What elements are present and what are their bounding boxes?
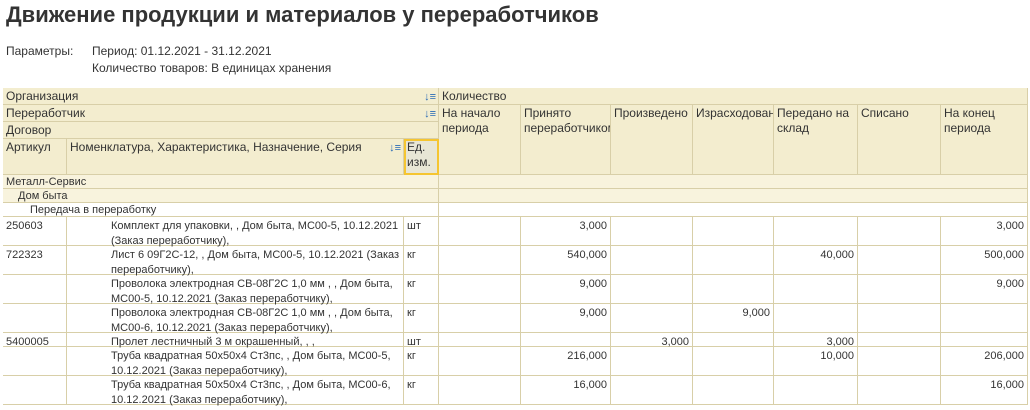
row-unit: шт xyxy=(404,217,439,246)
sort-icon[interactable]: ↓≡ xyxy=(424,90,436,104)
row-nomenclature[interactable]: Проволока электродная СВ-08Г2С 1,0 мм , … xyxy=(67,304,404,334)
sort-icon[interactable]: ↓≡ xyxy=(424,107,436,121)
row-received: 216,000 xyxy=(521,347,611,376)
row-consumed xyxy=(693,347,774,376)
header-produced[interactable]: Произведено xyxy=(611,105,693,175)
row-unit: кг xyxy=(404,347,439,376)
row-closing: 206,000 xyxy=(941,347,1028,376)
row-closing: 9,000 xyxy=(941,275,1028,304)
row-nomenclature[interactable]: Комплект для упаковки, , Дом быта, МС00-… xyxy=(67,217,404,247)
group-processor[interactable]: Дом быта xyxy=(3,189,439,203)
header-received[interactable]: Принято переработчиком xyxy=(521,105,611,175)
quantity-param: Количество товаров: В единицах хранения xyxy=(92,61,332,75)
group-contract-values xyxy=(439,203,1028,217)
row-opening xyxy=(439,246,521,275)
row-article[interactable] xyxy=(3,376,67,405)
header-organization[interactable]: Организация ↓≡ xyxy=(3,88,439,105)
row-transferred xyxy=(774,304,858,333)
header-article[interactable]: Артикул xyxy=(3,139,67,175)
row-produced xyxy=(611,246,693,275)
row-written-off xyxy=(858,376,941,405)
row-transferred xyxy=(774,376,858,405)
row-produced xyxy=(611,217,693,246)
row-article[interactable]: 250603 xyxy=(3,217,67,246)
row-consumed xyxy=(693,246,774,275)
row-written-off xyxy=(858,246,941,275)
row-written-off xyxy=(858,275,941,304)
row-transferred: 10,000 xyxy=(774,347,858,376)
row-nomenclature[interactable]: Труба квадратная 50х50х4 Ст3пс, , Дом бы… xyxy=(67,376,404,406)
row-nomenclature[interactable]: Лист 6 09Г2С-12, , Дом быта, МС00-5, 10.… xyxy=(67,246,404,276)
row-produced xyxy=(611,376,693,405)
row-opening xyxy=(439,275,521,304)
row-written-off xyxy=(858,217,941,246)
row-nomenclature[interactable]: Пролет лестничный 3 м окрашенный, , , xyxy=(67,333,404,348)
header-consumed[interactable]: Израсходовано xyxy=(693,105,774,175)
row-received xyxy=(521,333,611,347)
row-opening xyxy=(439,333,521,347)
row-consumed xyxy=(693,333,774,347)
row-transferred xyxy=(774,217,858,246)
report-title: Движение продукции и материалов у перера… xyxy=(6,2,599,27)
row-transferred xyxy=(774,275,858,304)
header-quantity: Количество xyxy=(439,88,1028,105)
row-article[interactable] xyxy=(3,347,67,376)
group-contract[interactable]: Передача в переработку xyxy=(3,203,439,217)
row-closing: 16,000 xyxy=(941,376,1028,405)
row-produced xyxy=(611,304,693,333)
header-closing[interactable]: На конец периода xyxy=(941,105,1028,175)
row-opening xyxy=(439,376,521,405)
row-unit: кг xyxy=(404,246,439,275)
row-consumed xyxy=(693,376,774,405)
row-unit: кг xyxy=(404,304,439,333)
row-article[interactable] xyxy=(3,275,67,304)
header-written-off[interactable]: Списано xyxy=(858,105,941,175)
header-processor[interactable]: Переработчик ↓≡ xyxy=(3,105,439,122)
row-written-off xyxy=(858,347,941,376)
row-article[interactable] xyxy=(3,304,67,333)
header-nomenclature[interactable]: Номенклатура, Характеристика, Назначение… xyxy=(67,139,404,175)
row-unit: кг xyxy=(404,376,439,405)
row-closing xyxy=(941,304,1028,333)
row-received: 9,000 xyxy=(521,304,611,333)
row-consumed xyxy=(693,275,774,304)
group-processor-values xyxy=(439,189,1028,203)
row-unit: шт xyxy=(404,333,439,348)
group-organization[interactable]: Металл-Сервис xyxy=(3,175,439,189)
sort-icon[interactable]: ↓≡ xyxy=(389,141,401,156)
header-opening[interactable]: На начало периода xyxy=(439,105,521,175)
row-consumed: 9,000 xyxy=(693,304,774,333)
header-contract[interactable]: Договор xyxy=(3,122,439,139)
row-closing xyxy=(941,333,1028,347)
row-closing: 500,000 xyxy=(941,246,1028,275)
row-produced xyxy=(611,347,693,376)
row-unit: кг xyxy=(404,275,439,304)
row-consumed xyxy=(693,217,774,246)
row-opening xyxy=(439,304,521,333)
row-produced: 3,000 xyxy=(611,333,693,348)
row-opening xyxy=(439,217,521,246)
row-received: 540,000 xyxy=(521,246,611,275)
row-opening xyxy=(439,347,521,376)
row-received: 3,000 xyxy=(521,217,611,246)
row-produced xyxy=(611,275,693,304)
row-closing: 3,000 xyxy=(941,217,1028,246)
row-received: 16,000 xyxy=(521,376,611,405)
params-label: Параметры: xyxy=(6,44,74,58)
row-article[interactable]: 722323 xyxy=(3,246,67,275)
row-nomenclature[interactable]: Труба квадратная 50х50х4 Ст3пс, , Дом бы… xyxy=(67,347,404,377)
row-written-off xyxy=(858,333,941,347)
row-transferred: 40,000 xyxy=(774,246,858,275)
row-transferred: 3,000 xyxy=(774,333,858,348)
row-article[interactable]: 5400005 xyxy=(3,333,67,348)
group-organization-values xyxy=(439,175,1028,189)
row-nomenclature[interactable]: Проволока электродная СВ-08Г2С 1,0 мм , … xyxy=(67,275,404,305)
header-transferred[interactable]: Передано на склад xyxy=(774,105,858,175)
header-unit[interactable]: Ед. изм. xyxy=(404,139,439,175)
row-received: 9,000 xyxy=(521,275,611,304)
row-written-off xyxy=(858,304,941,333)
